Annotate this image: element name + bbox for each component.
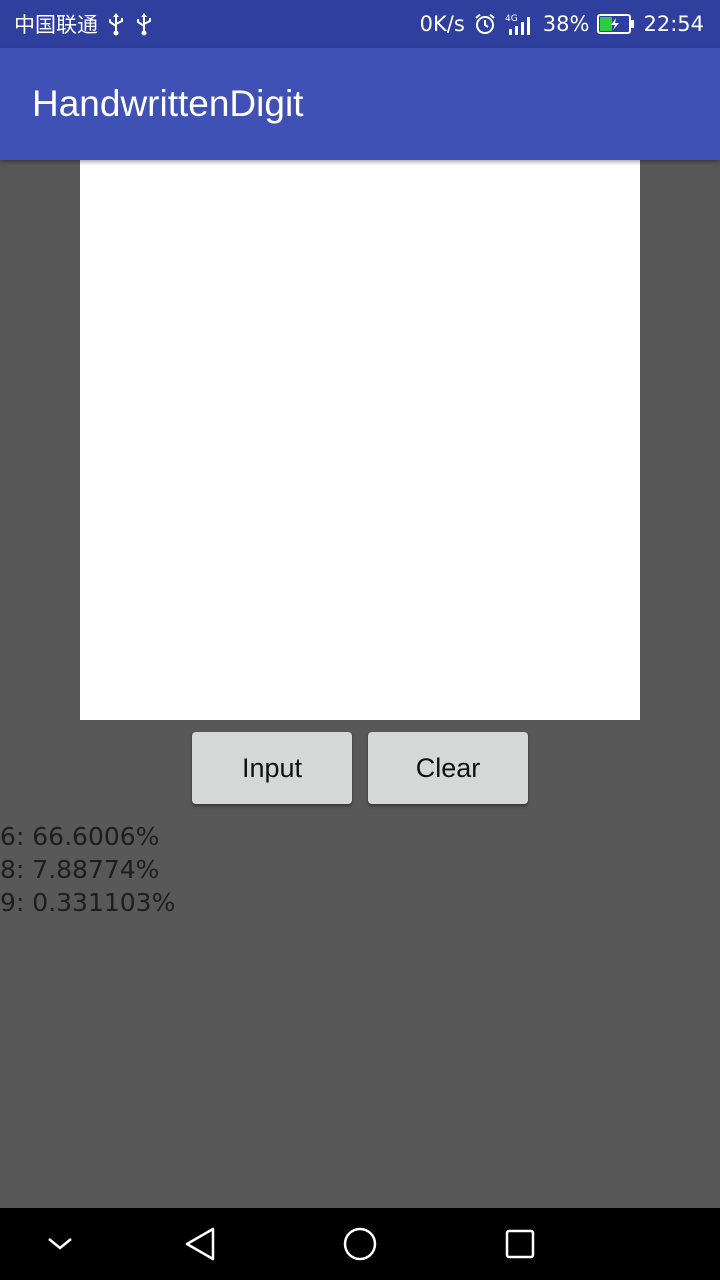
status-left: 中国联通 [14,0,154,48]
usb-icon [106,12,126,36]
prediction-results: 6: 66.6006% 8: 7.88774% 9: 0.331103% [0,820,175,919]
clear-button[interactable]: Clear [368,732,528,804]
result-line: 6: 66.6006% [0,822,160,851]
status-right: 0K/s 4G 38% 22:54 [420,0,704,48]
drawing-canvas[interactable] [80,160,640,720]
chevron-down-icon[interactable] [20,1208,100,1280]
alarm-icon [473,12,497,36]
result-line: 9: 0.331103% [0,888,176,917]
status-bar: 中国联通 0K/s 4G 38% 22:54 [0,0,720,48]
network-type-label: 4G [505,14,518,24]
input-button[interactable]: Input [192,732,352,804]
usb-icon [134,12,154,36]
result-line: 8: 7.88774% [0,855,160,884]
battery-charging-icon [597,13,635,35]
recents-icon[interactable] [480,1208,560,1280]
clock: 22:54 [643,12,704,36]
navigation-bar [0,1208,720,1280]
carrier-label: 中国联通 [14,13,98,37]
battery-percent: 38% [542,12,590,36]
net-speed: 0K/s [419,12,465,36]
home-icon[interactable] [320,1208,400,1280]
back-icon[interactable] [160,1208,240,1280]
app-bar: HandwrittenDigit [0,48,720,160]
signal-icon: 4G [505,12,535,36]
app-title: HandwrittenDigit [32,83,304,124]
